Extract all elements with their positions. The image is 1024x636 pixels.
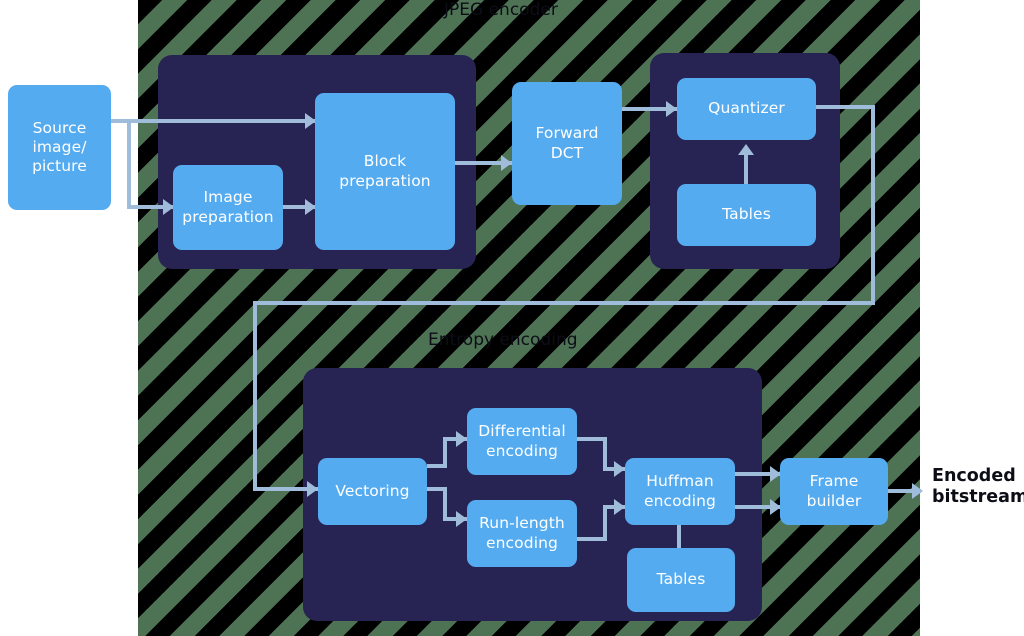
wire-tables-to-huffman [677, 525, 681, 550]
node-differential-encoding[interactable]: Differential encoding [467, 408, 577, 475]
wire-vectoring-down [443, 487, 447, 521]
wire-quantizer-across-left [253, 301, 875, 305]
arrowhead-differential-to-huffman [614, 461, 625, 477]
jpeg-encoder-diagram: JPEG encoder Entropy encoding Source ima… [0, 0, 1024, 636]
arrowhead-to-encoded-bitstream [912, 483, 923, 499]
node-run-length-encoding-label: Run-length encoding [479, 514, 565, 552]
wire-vectoring-up [443, 437, 447, 464]
node-huffman-encoding[interactable]: Huffman encoding [625, 458, 735, 525]
node-block-preparation[interactable]: Block preparation [315, 93, 455, 250]
arrowhead-into-differential-encoding [456, 431, 467, 447]
node-block-preparation-label: Block preparation [339, 152, 431, 190]
arrowhead-into-forward-dct [501, 155, 512, 171]
wire-source-to-block-preparation [110, 119, 317, 123]
node-differential-encoding-label: Differential encoding [478, 422, 566, 460]
wire-source-branch-down [127, 119, 131, 209]
node-huffman-encoding-label: Huffman encoding [644, 472, 716, 510]
node-vectoring-label: Vectoring [335, 481, 410, 500]
node-frame-builder-label: Frame builder [806, 472, 862, 510]
node-quantizer[interactable]: Quantizer [677, 78, 816, 140]
node-run-length-encoding[interactable]: Run-length encoding [467, 500, 577, 567]
node-frame-builder[interactable]: Frame builder [780, 458, 888, 525]
node-image-preparation-label: Image preparation [182, 188, 274, 226]
node-forward-dct-label: Forward DCT [535, 124, 599, 162]
arrowhead-into-quantizer [666, 101, 677, 117]
arrowhead-into-run-length-encoding [456, 511, 467, 527]
encoded-bitstream-label: Encoded bitstream [932, 466, 1024, 507]
arrowhead-into-vectoring [307, 481, 318, 497]
node-source-image[interactable]: Source image/ picture [8, 85, 111, 210]
node-source-image-label: Source image/ picture [32, 118, 87, 176]
node-quantizer-tables-label: Tables [722, 205, 771, 224]
wire-differential-down [603, 437, 607, 471]
wire-vectoring-out-upper [427, 464, 447, 468]
wire-quantizer-out-right [816, 105, 875, 109]
entropy-encoding-section-title: Entropy encoding [428, 330, 578, 350]
node-huffman-tables[interactable]: Tables [627, 548, 735, 612]
wire-tables-to-quantizer [744, 155, 748, 184]
wire-run-length-up [603, 505, 607, 541]
node-quantizer-label: Quantizer [708, 99, 785, 118]
node-forward-dct[interactable]: Forward DCT [512, 82, 622, 205]
node-vectoring[interactable]: Vectoring [318, 458, 427, 525]
node-image-preparation[interactable]: Image preparation [173, 165, 283, 250]
arrowhead-run-length-to-huffman [614, 499, 625, 515]
wire-quantizer-down [871, 105, 875, 305]
diagram-title: JPEG encoder [444, 0, 558, 20]
wire-down-to-vectoring-level [253, 301, 257, 491]
arrowhead-tables-to-quantizer [738, 144, 754, 155]
node-quantizer-tables[interactable]: Tables [677, 184, 816, 246]
node-huffman-tables-label: Tables [656, 570, 706, 589]
